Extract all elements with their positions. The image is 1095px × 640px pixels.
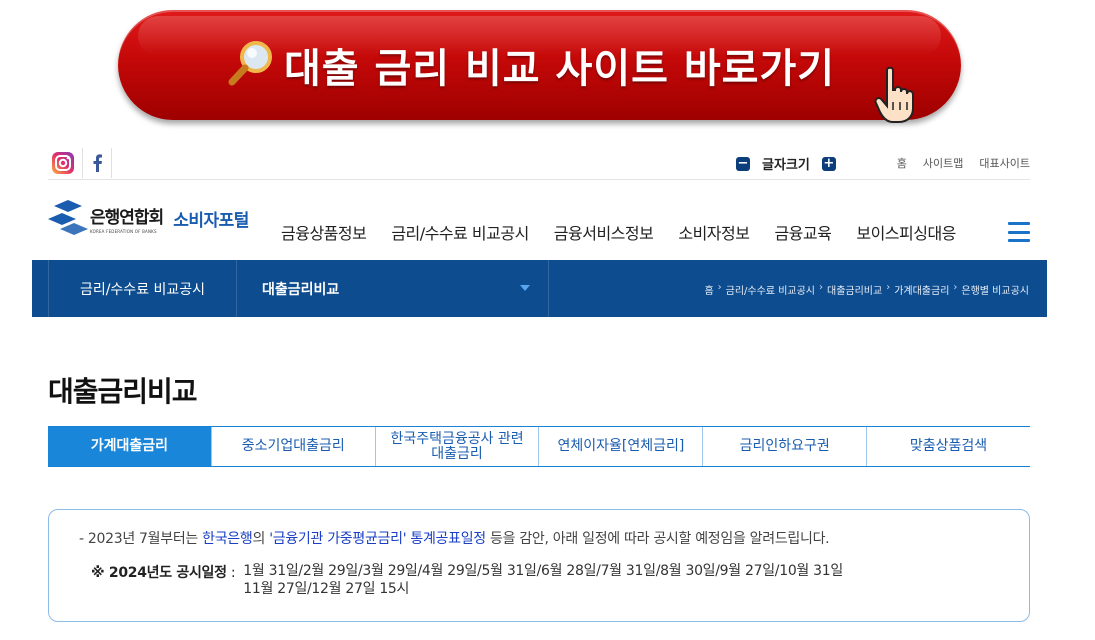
chevron-right-icon: › bbox=[717, 282, 722, 293]
magnifier-icon bbox=[224, 36, 278, 94]
tab-label: 한국주택금융공사 관련 대출금리 bbox=[390, 430, 524, 462]
tab-label: 맞춤상품검색 bbox=[909, 438, 988, 454]
utility-bar: − 글자크기 + 홈 사이트맵 대표사이트 bbox=[48, 146, 1030, 180]
tab-label-line2: 대출금리 bbox=[431, 445, 483, 462]
tab-housing-finance[interactable]: 한국주택금융공사 관련 대출금리 bbox=[376, 427, 540, 466]
tab-household-loan[interactable]: 가계대출금리 bbox=[48, 427, 212, 466]
notice-text: - 2023년 7월부터는 한국은행의 '금융기관 가중평균금리' 통계공표일정… bbox=[79, 528, 999, 548]
menu-item-education[interactable]: 금융교육 bbox=[774, 220, 831, 244]
menu-item-rate-comparison[interactable]: 금리/수수료 비교공시 bbox=[391, 220, 529, 244]
breadcrumb-item[interactable]: 금리/수수료 비교공시 bbox=[726, 282, 815, 297]
menu-item-consumer-info[interactable]: 소비자정보 bbox=[678, 220, 750, 244]
breadcrumb-item[interactable]: 대출금리비교 bbox=[827, 282, 882, 297]
facebook-icon[interactable] bbox=[82, 148, 112, 178]
chevron-right-icon: › bbox=[819, 282, 823, 293]
page-title: 대출금리비교 bbox=[48, 375, 198, 408]
kfb-logo-icon bbox=[48, 196, 88, 240]
chevron-right-icon: › bbox=[886, 282, 891, 293]
breadcrumb-item[interactable]: 가계대출금리 bbox=[894, 282, 949, 297]
font-decrease-button[interactable]: − bbox=[736, 156, 750, 171]
notice-mid: 의 bbox=[252, 531, 270, 547]
sns-links bbox=[48, 148, 112, 178]
tab-rate-cut-request[interactable]: 금리인하요구권 bbox=[703, 427, 868, 466]
menu-item-financial-products[interactable]: 금융상품정보 bbox=[281, 220, 367, 244]
schedule-dates-line1: 1월 31일/2월 29일/3월 29일/4월 29일/5월 31일/6월 28… bbox=[243, 563, 843, 579]
selected-page-label: 대출금리비교 bbox=[262, 281, 340, 298]
caret-down-icon bbox=[520, 285, 530, 291]
section-menu[interactable]: 금리/수수료 비교공시 bbox=[48, 260, 237, 317]
schedule-label: ※ 2024년도 공시일정 : bbox=[91, 565, 236, 581]
font-size-label: 글자크기 bbox=[762, 158, 810, 173]
notice-suffix: 등을 감안, 아래 일정에 따라 공시할 예정임을 알려드립니다. bbox=[485, 531, 830, 547]
sitemap-link[interactable]: 사이트맵 bbox=[923, 155, 963, 171]
tab-label: 연체이자율[연체금리] bbox=[557, 438, 685, 454]
page-select-dropdown[interactable]: 대출금리비교 bbox=[237, 260, 549, 317]
font-increase-button[interactable]: + bbox=[821, 156, 836, 171]
hamburger-menu-icon[interactable] bbox=[1008, 222, 1030, 242]
main-menu: 금융상품정보 금리/수수료 비교공시 금융서비스정보 소비자정보 금융교육 보이… bbox=[281, 220, 956, 244]
tab-label: 금리인하요구권 bbox=[739, 438, 830, 454]
schedule-dates-line2: 11월 27일/12월 27일 15시 bbox=[243, 581, 410, 597]
schedule: ※ 2024년도 공시일정 : 1월 31일/2월 29일/3월 29일/4월 … bbox=[79, 562, 999, 598]
schedule-dates: 1월 31일/2월 29일/3월 29일/4월 29일/5월 31일/6월 28… bbox=[243, 562, 843, 598]
promo-text: 대출 금리 비교 사이트 바로가기 bbox=[283, 46, 836, 92]
home-link[interactable]: 홈 bbox=[897, 155, 907, 171]
bok-text: 한국은행 bbox=[202, 531, 253, 547]
notice-prefix: - 2023년 7월부터는 bbox=[79, 531, 203, 547]
tab-custom-search[interactable]: 맞춤상품검색 bbox=[867, 427, 1030, 466]
tab-sme-loan[interactable]: 중소기업대출금리 bbox=[212, 427, 376, 466]
logo-org-name: 은행연합회 bbox=[90, 207, 164, 228]
site-logo[interactable]: 은행연합회 KOREA FEDERATION OF BANKS 소비자포털 bbox=[48, 196, 249, 240]
instagram-icon[interactable] bbox=[48, 148, 78, 178]
font-size-control: − 글자크기 + bbox=[736, 154, 836, 173]
utility-links: 홈 사이트맵 대표사이트 bbox=[897, 155, 1030, 171]
main-site-link[interactable]: 대표사이트 bbox=[979, 155, 1030, 171]
stat-schedule-text: '금융기관 가중평균금리' 통계공표일정 bbox=[269, 531, 486, 547]
tab-label: 가계대출금리 bbox=[90, 438, 169, 454]
pointing-hand-icon bbox=[873, 66, 917, 128]
sub-navigation-bar: 금리/수수료 비교공시 대출금리비교 홈 › 금리/수수료 비교공시 › 대출금… bbox=[32, 260, 1047, 317]
tab-label-line1: 한국주택금융공사 관련 bbox=[390, 430, 524, 447]
rate-tabs: 가계대출금리 중소기업대출금리 한국주택금융공사 관련 대출금리 연체이자율[연… bbox=[48, 426, 1030, 467]
global-nav: 은행연합회 KOREA FEDERATION OF BANKS 소비자포털 금융… bbox=[48, 190, 1030, 260]
tab-label: 중소기업대출금리 bbox=[241, 438, 345, 454]
chevron-right-icon: › bbox=[953, 282, 958, 293]
notice-box: - 2023년 7월부터는 한국은행의 '금융기관 가중평균금리' 통계공표일정… bbox=[48, 509, 1030, 622]
promo-banner-button[interactable]: 대출 금리 비교 사이트 바로가기 bbox=[118, 10, 961, 123]
menu-item-financial-services[interactable]: 금융서비스정보 bbox=[554, 220, 654, 244]
breadcrumb: 홈 › 금리/수수료 비교공시 › 대출금리비교 › 가계대출금리 › 은행별 … bbox=[704, 282, 1029, 297]
breadcrumb-item-current: 은행별 비교공시 bbox=[961, 286, 1029, 297]
tab-overdue-rate[interactable]: 연체이자율[연체금리] bbox=[539, 427, 704, 466]
menu-item-voice-phishing[interactable]: 보이스피싱대응 bbox=[856, 220, 956, 244]
logo-org-english: KOREA FEDERATION OF BANKS bbox=[90, 228, 157, 234]
logo-portal-name: 소비자포털 bbox=[173, 210, 249, 231]
breadcrumb-item[interactable]: 홈 bbox=[704, 282, 713, 297]
